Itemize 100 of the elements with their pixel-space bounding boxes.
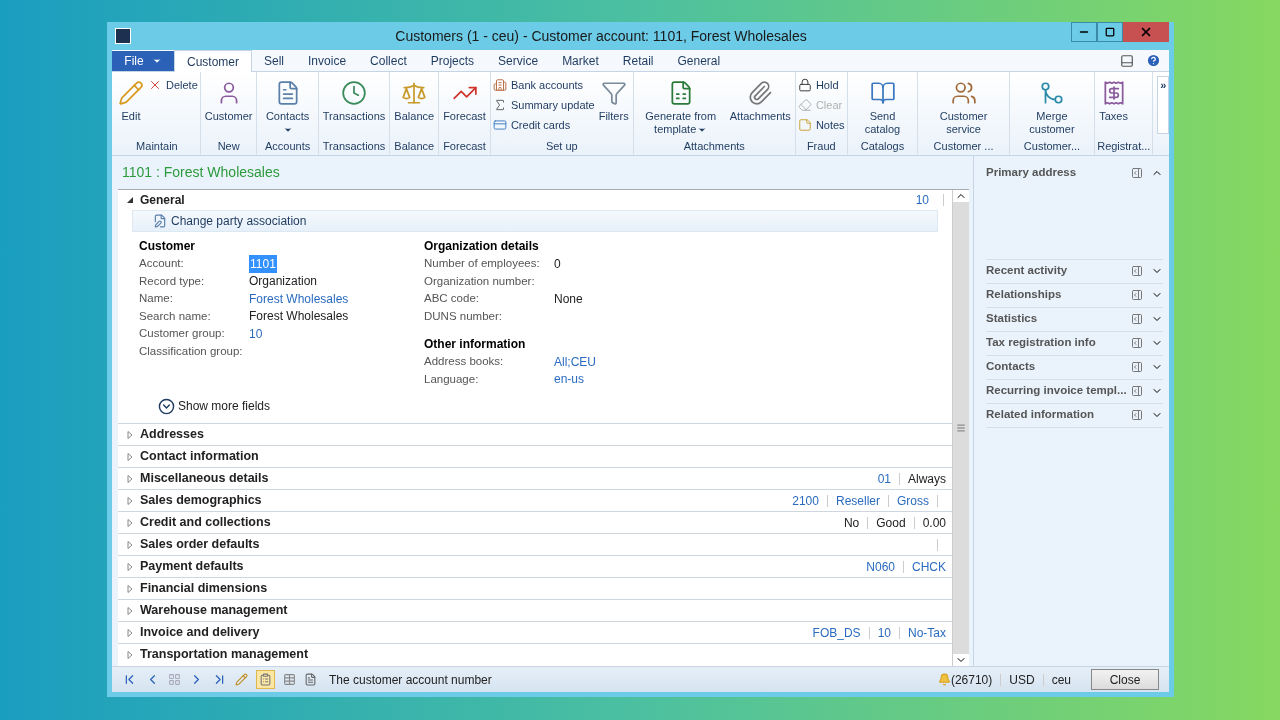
ribbon-tab[interactable]: Invoice xyxy=(296,50,359,71)
fasttab-summary[interactable]: N060 xyxy=(866,557,895,576)
ribbon-group-label: Balance xyxy=(393,139,436,154)
expand-icon[interactable] xyxy=(126,518,134,527)
fasttab-title[interactable]: Payment defaults xyxy=(140,557,244,576)
factbox-title[interactable]: Recurring invoice templ... xyxy=(986,382,1131,400)
fasttab-title[interactable]: Contact information xyxy=(140,447,259,466)
ribbon-button[interactable]: Customer xyxy=(202,76,255,123)
edit-icon[interactable] xyxy=(235,673,248,686)
fasttab-summary[interactable]: No-Tax xyxy=(908,623,946,642)
field-value[interactable]: en-us xyxy=(554,370,585,389)
fasttab-title[interactable]: Invoice and delivery xyxy=(140,623,260,642)
field-value[interactable]: Forest Wholesales xyxy=(249,289,349,308)
open-pane-icon[interactable] xyxy=(1131,409,1143,421)
factbox-title[interactable]: Primary address xyxy=(986,164,1131,182)
ribbon-button[interactable]: Send catalog xyxy=(849,76,916,136)
factbox-title[interactable]: Tax registration info xyxy=(986,334,1131,352)
ribbon-button[interactable]: Generate from template xyxy=(635,76,726,136)
expand-icon[interactable] xyxy=(126,452,134,461)
ribbon-button[interactable]: Filters xyxy=(596,76,631,123)
factbox-title[interactable]: Contacts xyxy=(986,358,1131,376)
ribbon-icon xyxy=(747,80,774,106)
fasttab-title[interactable]: Credit and collections xyxy=(140,513,271,532)
factbox-title[interactable]: Relationships xyxy=(986,286,1131,304)
open-pane-icon[interactable] xyxy=(1131,337,1143,349)
fasttab-title[interactable]: Miscellaneous details xyxy=(140,469,269,488)
ribbon-tab[interactable]: Customer xyxy=(174,50,252,72)
grid-view-icon[interactable] xyxy=(283,673,296,686)
fasttab-title[interactable]: Sales order defaults xyxy=(140,535,260,554)
ribbon-button[interactable]: Notes xyxy=(797,116,845,134)
expand-icon[interactable] xyxy=(126,628,134,637)
expand-icon[interactable] xyxy=(126,650,134,659)
fasttab-summary[interactable]: FOB_DS xyxy=(812,623,861,642)
fasttab-title[interactable]: Warehouse management xyxy=(140,601,288,620)
expand-icon[interactable] xyxy=(126,606,134,615)
factbox-title[interactable]: Related information xyxy=(986,406,1131,424)
ribbon-tab[interactable]: Service xyxy=(486,50,551,71)
ribbon-tab[interactable]: Collect xyxy=(358,50,419,71)
ribbon-button[interactable]: Transactions xyxy=(320,76,388,123)
ribbon-button[interactable]: Hold xyxy=(797,76,845,94)
fasttab-summary[interactable]: Reseller xyxy=(835,491,880,510)
file-menu-button[interactable]: File xyxy=(112,51,174,71)
expand-icon[interactable] xyxy=(126,540,134,549)
expand-icon[interactable] xyxy=(126,430,134,439)
ribbon-button[interactable]: Taxes xyxy=(1097,76,1130,123)
factbox-title[interactable]: Statistics xyxy=(986,310,1131,328)
open-pane-icon[interactable] xyxy=(1131,385,1143,397)
overflow-button[interactable]: » xyxy=(1157,76,1169,134)
open-pane-icon[interactable] xyxy=(1131,313,1143,325)
change-party-button[interactable]: Change party association xyxy=(153,212,307,230)
fasttab-summary[interactable]: 01 xyxy=(877,469,891,488)
expand-icon[interactable] xyxy=(126,562,134,571)
ribbon-tab[interactable]: Market xyxy=(550,50,611,71)
ribbon-button[interactable]: Summary update xyxy=(492,96,595,114)
show-more-fields-link[interactable]: Show more fields xyxy=(158,397,952,415)
ribbon-tab[interactable]: Retail xyxy=(610,50,666,71)
minimize-button[interactable] xyxy=(1071,22,1097,42)
notification-count[interactable]: (26710) xyxy=(950,670,993,689)
ribbon-button[interactable]: Customer service xyxy=(920,76,1007,136)
details-view-button[interactable] xyxy=(256,670,275,689)
expand-icon[interactable] xyxy=(126,474,134,483)
fasttab-summary[interactable]: CHCK xyxy=(912,557,946,576)
ribbon-button[interactable]: Credit cards xyxy=(492,116,595,134)
fasttab-summary[interactable]: Gross xyxy=(897,491,929,510)
ribbon-tab[interactable]: General xyxy=(665,50,733,71)
field-value[interactable]: All;CEU xyxy=(554,352,596,371)
fasttab-title[interactable]: Addresses xyxy=(140,425,204,444)
close-form-button[interactable]: Close xyxy=(1091,669,1159,690)
open-pane-icon[interactable] xyxy=(1131,361,1143,373)
collapse-icon[interactable] xyxy=(126,196,134,204)
expand-icon[interactable] xyxy=(126,496,134,505)
ribbon-button[interactable]: Bank accounts xyxy=(492,76,595,94)
fasttab-title[interactable]: Financial dimensions xyxy=(140,579,268,598)
ribbon-button[interactable]: Forecast xyxy=(441,76,488,123)
field-value[interactable]: 10 xyxy=(249,324,263,343)
maximize-button[interactable] xyxy=(1097,22,1123,42)
scrollbar[interactable] xyxy=(952,190,969,666)
ribbon-button[interactable]: Delete xyxy=(148,76,198,94)
ribbon-button[interactable]: Attachments xyxy=(727,76,793,123)
factbox-title[interactable]: Recent activity xyxy=(986,262,1131,280)
scroll-up-icon[interactable] xyxy=(953,190,969,202)
ribbon-button[interactable]: Balance xyxy=(392,76,437,123)
ribbon-button[interactable]: Merge customer xyxy=(1011,76,1093,136)
document-icon[interactable] xyxy=(304,673,317,686)
expand-icon[interactable] xyxy=(126,584,134,593)
help-icon[interactable] xyxy=(1146,53,1161,68)
fasttab-title[interactable]: Sales demographics xyxy=(140,491,262,510)
open-pane-icon[interactable] xyxy=(1131,289,1143,301)
fasttab-summary[interactable]: 2100 xyxy=(792,491,819,510)
fasttab-summary[interactable]: 10 xyxy=(877,623,891,642)
ribbon-tab[interactable]: Projects xyxy=(418,50,487,71)
open-pane-icon[interactable] xyxy=(1131,265,1143,277)
open-pane-icon[interactable] xyxy=(1131,167,1143,179)
fasttab-title[interactable]: General xyxy=(140,191,185,209)
ribbon-button[interactable]: Edit xyxy=(116,76,146,123)
scroll-down-icon[interactable] xyxy=(953,654,969,666)
ribbon-tab[interactable]: Sell xyxy=(252,50,297,71)
ribbon-button[interactable]: Contacts xyxy=(259,76,316,136)
fasttab-title[interactable]: Transportation management xyxy=(140,645,309,664)
layout-icon[interactable] xyxy=(1120,53,1134,68)
